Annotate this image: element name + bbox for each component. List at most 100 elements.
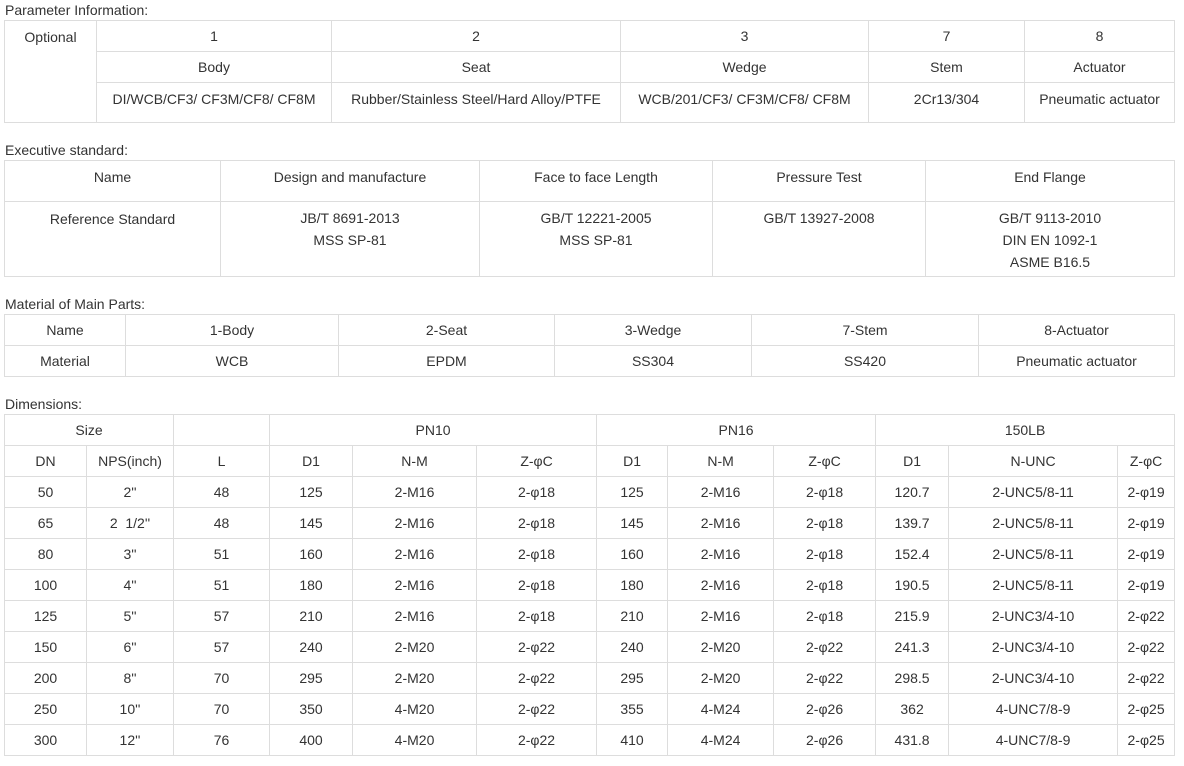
param-material: Pneumatic actuator [1024, 82, 1175, 123]
material-cell: WCB [125, 345, 339, 377]
material-header: 2-Seat [338, 314, 555, 346]
table-row: 65 2 1/2'' 48 145 2-M16 2-φ18 145 2-M16 2-φ18 139… [4, 507, 1176, 539]
exec-header: Name [4, 160, 221, 202]
table-cell: 48 [173, 507, 271, 539]
table-cell: 2-UNC5/8-11 [948, 507, 1119, 539]
table-cell: 57 [173, 600, 271, 632]
table-cell: 125 [269, 476, 354, 508]
table-cell: 4-M24 [667, 693, 775, 725]
table-cell: 8'' [85, 662, 175, 694]
sub-header: D1 [269, 445, 354, 477]
table-cell: 2-φ22 [1117, 631, 1176, 663]
standard-line: GB/T 12221-2005 [540, 210, 652, 226]
reference-standard-cell: Reference Standard [4, 201, 221, 277]
table-cell: 210 [269, 600, 354, 632]
table-cell: 160 [269, 538, 354, 570]
table-cell: 295 [596, 662, 669, 694]
table-cell: 2-φ26 [773, 693, 877, 725]
table-cell: 210 [596, 600, 669, 632]
material-cell: SS304 [554, 345, 752, 377]
table-cell: 250 [4, 693, 87, 725]
exec-header: End Flange [925, 160, 1175, 202]
table-cell: 2-φ18 [773, 538, 877, 570]
parameter-information-label: Parameter Information: [5, 2, 149, 18]
executive-standard-table: Name Design and manufacture Face to face… [4, 160, 1175, 277]
table-cell: 2-φ18 [773, 600, 877, 632]
table-cell: 65 [4, 507, 87, 539]
table-row: 300 12'' 76 400 4-M20 2-φ22 410 4-M24 2-φ26 431.8… [4, 724, 1176, 756]
table-cell: 5'' [85, 600, 175, 632]
table-cell: 2-φ22 [476, 693, 598, 725]
table-cell: 410 [596, 724, 669, 756]
table-cell: 2-φ18 [476, 476, 598, 508]
table-row: 250 10'' 70 350 4-M20 2-φ22 355 4-M24 2-φ26 362 4-… [4, 693, 1176, 725]
table-cell: 2-UNC5/8-11 [948, 569, 1119, 601]
table-cell: 150 [4, 631, 87, 663]
table-cell: 51 [173, 569, 271, 601]
table-cell: 2-φ19 [1117, 538, 1176, 570]
table-cell: 145 [269, 507, 354, 539]
executive-standard-label: Executive standard: [5, 142, 128, 158]
sub-header: N-M [667, 445, 775, 477]
table-cell: 2-M16 [667, 538, 775, 570]
table-cell: 125 [596, 476, 669, 508]
table-cell: 362 [875, 693, 950, 725]
table-cell: 3'' [85, 538, 175, 570]
optional-cell: Optional [4, 20, 97, 123]
table-cell: 2-M16 [352, 538, 478, 570]
table-cell: 2-φ22 [1117, 600, 1176, 632]
table-cell: 4-M20 [352, 724, 478, 756]
table-cell: 431.8 [875, 724, 950, 756]
table-cell: 2-M16 [352, 569, 478, 601]
param-part: Stem [868, 51, 1025, 83]
table-cell: 2-φ22 [476, 631, 598, 663]
dimensions-body: 50 2'' 48 125 2-M16 2-φ18 125 2-M16 2-φ18 120.7 2-… [4, 476, 1176, 756]
param-part: Seat [331, 51, 621, 83]
material-cell: EPDM [338, 345, 555, 377]
table-cell: 2-φ18 [476, 507, 598, 539]
table-cell: 6'' [85, 631, 175, 663]
sub-header: Z-φC [476, 445, 598, 477]
exec-header: Face to face Length [479, 160, 713, 202]
pn16-group-header: PN16 [596, 414, 877, 446]
table-cell: 2-UNC3/4-10 [948, 600, 1119, 632]
table-cell: 2-φ25 [1117, 693, 1176, 725]
table-cell: 2-UNC3/4-10 [948, 662, 1119, 694]
param-material: DI/WCB/CF3/ CF3M/CF8/ CF8M [96, 82, 332, 123]
exec-cell-face-to-face: GB/T 12221-2005 MSS SP-81 [479, 201, 713, 277]
standard-line: MSS SP-81 [559, 232, 633, 248]
table-cell: 76 [173, 724, 271, 756]
table-cell: 2-φ22 [476, 662, 598, 694]
table-row: 80 3'' 51 160 2-M16 2-φ18 160 2-M16 2-φ18 152.4 2-… [4, 538, 1176, 570]
table-cell: 240 [269, 631, 354, 663]
param-material: Rubber/Stainless Steel/Hard Alloy/PTFE [331, 82, 621, 123]
dimensions-table: Size PN10 PN16 150LB DN NPS(inch) L D1 N… [3, 414, 1176, 756]
exec-header: Pressure Test [712, 160, 926, 202]
pn10-group-header: PN10 [269, 414, 598, 446]
table-cell: 2-M16 [352, 476, 478, 508]
table-cell: 298.5 [875, 662, 950, 694]
param-number: 8 [1024, 20, 1175, 52]
table-cell: 2-φ19 [1117, 569, 1176, 601]
material-header: 1-Body [125, 314, 339, 346]
table-cell: 2-φ22 [773, 631, 877, 663]
table-cell: 4-M24 [667, 724, 775, 756]
table-cell: 125 [4, 600, 87, 632]
table-cell: 2-UNC3/4-10 [948, 631, 1119, 663]
sub-header: L [173, 445, 271, 477]
table-cell: 2-φ18 [476, 600, 598, 632]
table-cell: 160 [596, 538, 669, 570]
sub-header: DN [4, 445, 87, 477]
dimensions-sub-header-row: DN NPS(inch) L D1 N-M Z-φC D1 N-M Z-φC D… [4, 445, 1176, 477]
param-part: Body [96, 51, 332, 83]
parameter-table: Optional 1 2 3 7 8 Body Seat Wedge Stem … [4, 20, 1175, 123]
sub-header: D1 [875, 445, 950, 477]
material-table: Name 1-Body 2-Seat 3-Wedge 7-Stem 8-Actu… [4, 314, 1175, 377]
sub-header: Z-φC [1117, 445, 1176, 477]
table-cell: 51 [173, 538, 271, 570]
sub-header: D1 [596, 445, 669, 477]
size-group-header: Size [3, 414, 175, 446]
table-cell: 355 [596, 693, 669, 725]
table-cell: 4-UNC7/8-9 [948, 693, 1119, 725]
standard-line: MSS SP-81 [313, 232, 387, 248]
